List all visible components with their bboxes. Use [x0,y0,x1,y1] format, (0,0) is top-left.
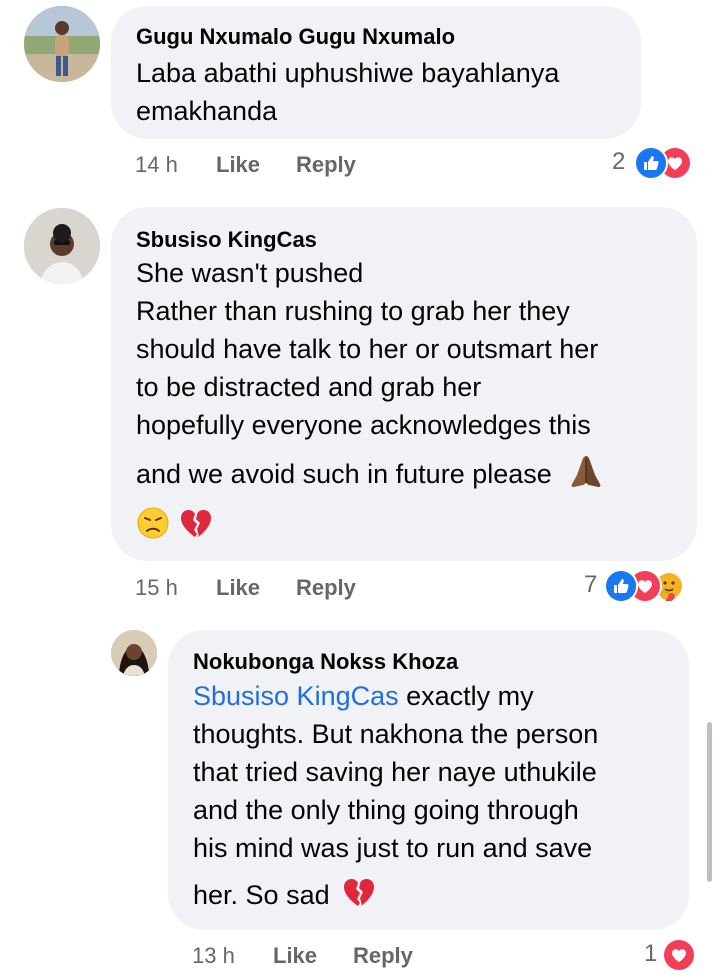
comment-text-line: and we avoid such in future please [136,452,605,500]
reaction-count: 7 [584,571,598,598]
reply-timestamp[interactable]: 13 h [192,943,235,969]
reply-text-segment: exactly my [398,681,534,711]
comment-text-line: She wasn't pushed [136,258,364,288]
broken-heart-icon [341,875,377,919]
reply-button[interactable]: Reply [353,943,413,969]
reply-actions: 13 h Like Reply [192,943,492,971]
reaction-summary[interactable]: 2 [612,146,702,180]
comment-text-line: to be distracted and grab her [136,372,482,402]
reply-text-line: and the only thing going through [193,795,579,825]
reply-author[interactable]: Nokubonga Nokss Khoza [193,649,458,675]
comment-text-line: hopefully everyone acknowledges this [136,410,591,440]
like-button[interactable]: Like [273,943,317,969]
avatar-gugu[interactable] [24,6,100,82]
comment-timestamp[interactable]: 14 h [135,152,178,178]
reply-button[interactable]: Reply [296,152,356,178]
disappointed-face-icon [136,506,170,550]
comment-emoji-line [136,506,605,550]
comment-text-line: Laba abathi uphushiwe bayahlanya [136,58,560,88]
comment-text: She wasn't pushed Rather than rushing to… [136,254,605,550]
avatar-sbusiso[interactable] [24,208,100,284]
like-button[interactable]: Like [216,575,260,601]
comment-actions: 14 h Like Reply [135,152,435,180]
mention-link[interactable]: Sbusiso KingCas [193,681,399,711]
broken-heart-icon [178,506,214,550]
avatar-nokubonga[interactable] [111,630,157,676]
like-reaction-icon [634,146,668,180]
comment-text-segment: and we avoid such in future please [136,459,552,490]
comment-actions: 15 h Like Reply [135,575,435,603]
comment-author[interactable]: Sbusiso KingCas [136,227,317,253]
comment-timestamp[interactable]: 15 h [135,575,178,601]
comment-text-line: should have talk to her or outsmart her [136,334,599,364]
like-button[interactable]: Like [216,152,260,178]
reaction-count: 1 [644,940,658,967]
folded-hands-icon [567,452,605,500]
comment-text: Laba abathi uphushiwe bayahlanya emakhan… [136,54,559,130]
reply-text-segment: her. So sad [193,880,330,911]
reaction-count: 2 [612,148,626,175]
reply-text-line: thoughts. But nakhona the person [193,719,599,749]
scrollbar[interactable] [707,722,712,882]
reply-text-line: his mind was just to run and save [193,833,593,863]
reply-text-line: Sbusiso KingCas exactly my [193,677,598,715]
reply-text-line: her. So sad [193,875,598,919]
comment-author[interactable]: Gugu Nxumalo Gugu Nxumalo [136,24,455,50]
comment-text-line: emakhanda [136,96,278,126]
reaction-summary[interactable]: 7 [584,569,704,603]
love-reaction-icon [662,938,696,972]
comment-text-line: Rather than rushing to grab her they [136,296,570,326]
reply-text: Sbusiso KingCas exactly my thoughts. But… [193,677,598,919]
reaction-summary[interactable]: 1 [644,938,704,972]
like-reaction-icon [604,569,638,603]
reply-button[interactable]: Reply [296,575,356,601]
reply-text-line: that tried saving her naye uthukile [193,757,597,787]
